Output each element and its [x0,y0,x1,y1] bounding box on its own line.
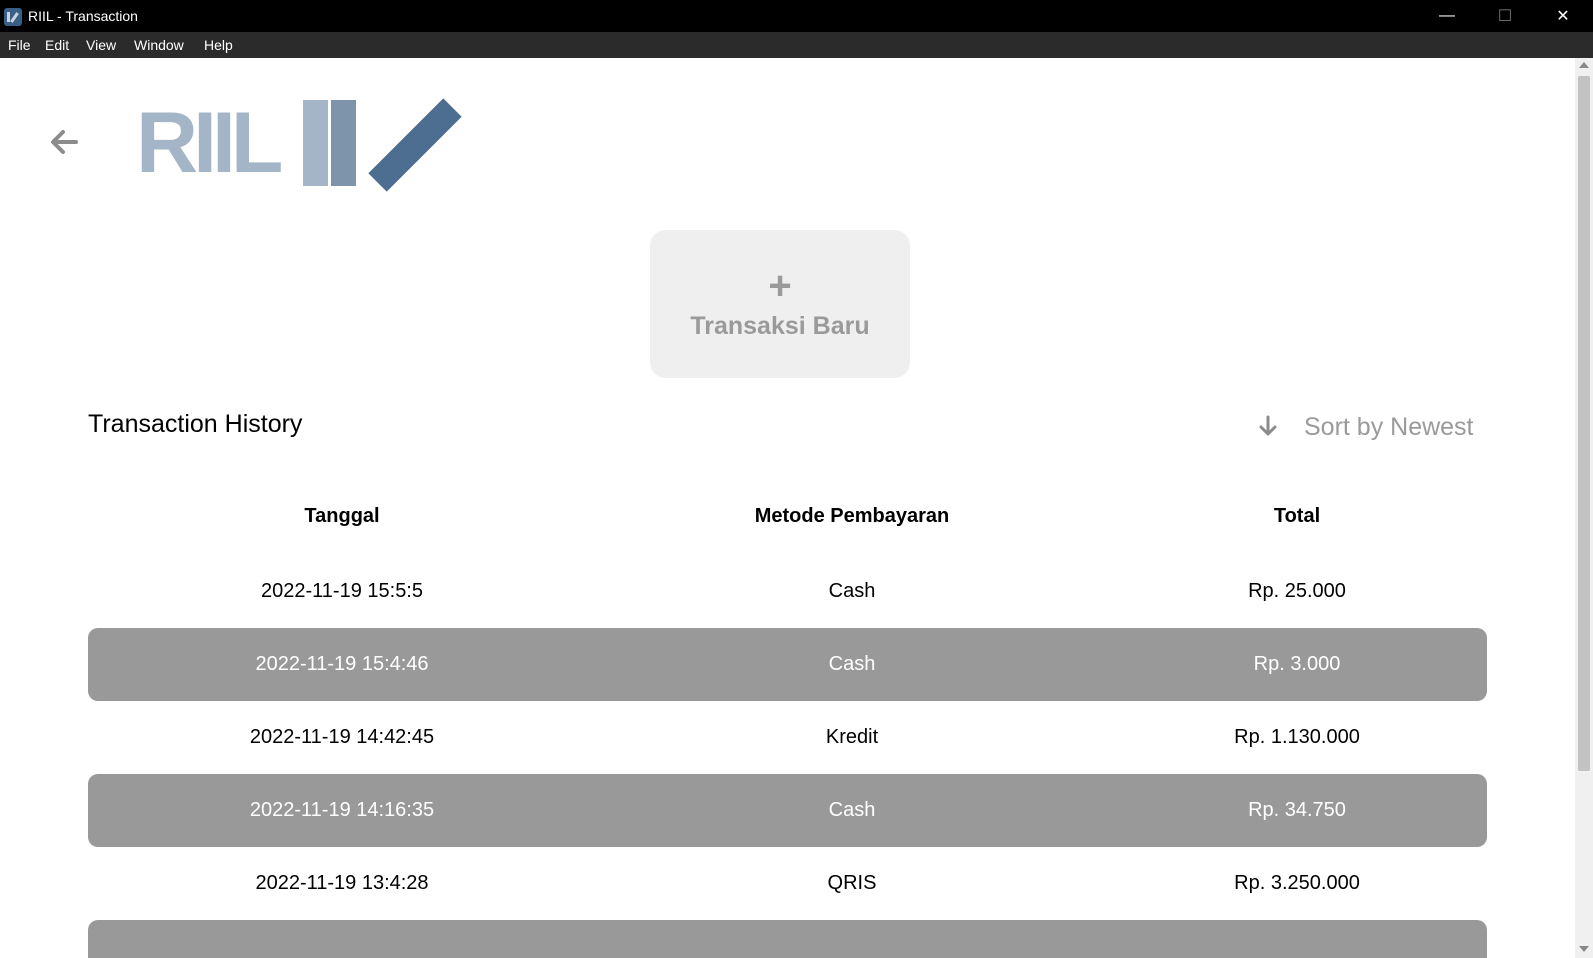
cell-tanggal: 2022-11-19 15:4:46 [255,653,429,675]
window-title: RIIL - Transaction [28,8,138,24]
cell-metode: Cash [828,799,876,821]
cell-metode: Kredit [825,726,879,748]
main-content: RIIL + Transaksi Baru Transaction Histor… [0,58,1575,958]
minimize-icon: — [1439,7,1455,24]
table-row[interactable] [88,920,1487,958]
sort-button[interactable]: Sort by Newest [1258,410,1488,444]
new-transaction-label: Transaksi Baru [690,311,870,340]
minimize-button[interactable]: — [1418,0,1476,32]
maximize-icon: ☐ [1497,8,1513,25]
cell-total: Rp. 3.000 [1253,653,1341,675]
scroll-up-icon[interactable] [1579,62,1589,68]
logo-text: RIIL [136,95,283,191]
menu-window[interactable]: Window [134,37,184,53]
logo-bar-light [303,100,328,186]
column-header-metode[interactable]: Metode Pembayaran [755,505,950,528]
table-row[interactable]: 2022-11-19 15:5:5 Cash Rp. 25.000 [88,555,1487,628]
menu-edit[interactable]: Edit [45,37,69,53]
sort-label: Sort by Newest [1304,413,1474,441]
close-icon: ✕ [1556,8,1570,25]
cell-metode: Cash [828,580,876,602]
logo-slash [368,98,462,192]
scrollbar-thumb[interactable] [1578,76,1590,771]
cell-metode: Cash [828,653,876,675]
cell-total: Rp. 25.000 [1248,580,1346,602]
arrow-left-icon [51,130,78,154]
transaction-history-title: Transaction History [88,410,303,438]
table-row[interactable]: 2022-11-19 13:4:28 QRIS Rp. 3.250.000 [88,847,1487,920]
cell-tanggal: 2022-11-19 13:4:28 [255,872,429,894]
close-button[interactable]: ✕ [1534,0,1592,32]
plus-icon: + [768,263,792,308]
table-row[interactable]: 2022-11-19 15:4:46 Cash Rp. 3.000 [88,628,1487,701]
cell-tanggal: 2022-11-19 15:5:5 [261,580,423,602]
cell-metode: QRIS [827,872,877,894]
vertical-scrollbar[interactable] [1575,58,1593,958]
title-bar: RIIL - Transaction — ☐ ✕ [0,0,1593,32]
cell-total: Rp. 1.130.000 [1234,726,1360,748]
scroll-down-icon[interactable] [1579,946,1589,952]
menu-bar: File Edit View Window Help [0,32,1593,58]
cell-total: Rp. 34.750 [1248,799,1346,821]
column-header-total[interactable]: Total [1274,505,1320,528]
menu-view[interactable]: View [86,37,116,53]
menu-file[interactable]: File [8,37,31,53]
cell-total: Rp. 3.250.000 [1234,872,1360,894]
arrow-down-icon [1259,415,1277,436]
riil-logo: RIIL [136,95,462,192]
table-row[interactable]: 2022-11-19 14:42:45 Kredit Rp. 1.130.000 [88,701,1487,774]
maximize-button[interactable]: ☐ [1476,0,1534,32]
back-button[interactable] [44,124,84,160]
column-header-tanggal[interactable]: Tanggal [304,505,379,528]
menu-help[interactable]: Help [204,37,233,53]
app-icon [4,8,22,26]
cell-tanggal: 2022-11-19 14:42:45 [249,726,435,748]
table-row[interactable]: 2022-11-19 14:16:35 Cash Rp. 34.750 [88,774,1487,847]
logo-bar-mid [331,100,356,186]
new-transaction-button[interactable]: + Transaksi Baru [650,230,910,378]
cell-tanggal: 2022-11-19 14:16:35 [249,799,435,821]
